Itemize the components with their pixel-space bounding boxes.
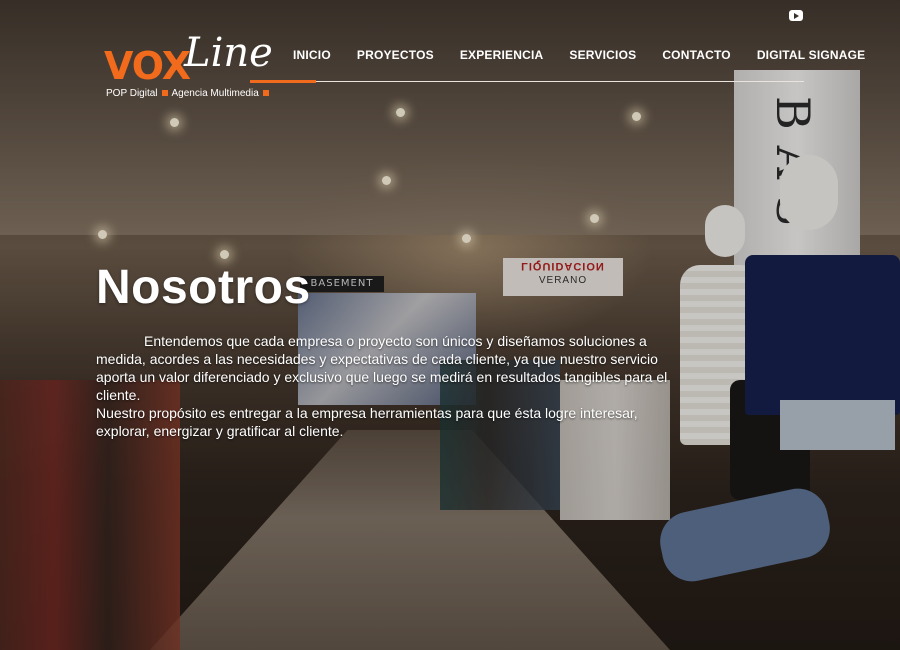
nav-servicios[interactable]: SERVICIOS: [556, 48, 649, 62]
nav-divider: [250, 81, 804, 82]
youtube-icon[interactable]: [789, 10, 803, 21]
page-title: Nosotros: [96, 261, 311, 314]
nav-active-indicator: [250, 80, 316, 83]
nav-proyectos[interactable]: PROYECTOS: [344, 48, 447, 62]
tagline-agencia: Agencia Multimedia: [171, 88, 259, 99]
nav-contacto[interactable]: CONTACTO: [649, 48, 744, 62]
nav-inicio[interactable]: INICIO: [280, 48, 344, 62]
main-nav: INICIO PROYECTOS EXPERIENCIA SERVICIOS C…: [280, 48, 878, 62]
site-logo[interactable]: VOX Line POP Digital Agencia Multimedia: [104, 30, 273, 100]
tagline-square-icon: [161, 90, 168, 97]
nav-digital-signage[interactable]: DIGITAL SIGNAGE: [744, 48, 879, 62]
logo-vox: VOX: [104, 44, 191, 88]
nav-experiencia[interactable]: EXPERIENCIA: [447, 48, 557, 62]
logo-line: Line: [184, 30, 273, 76]
purpose-paragraph: Nuestro propósito es entregar a la empre…: [96, 405, 638, 439]
tagline-square-icon: [262, 90, 269, 97]
intro-paragraph: Entendemos que cada empresa o proyecto s…: [96, 333, 668, 403]
tagline-pop-digital: POP Digital: [106, 88, 158, 99]
logo-tagline: POP Digital Agencia Multimedia: [106, 88, 273, 99]
